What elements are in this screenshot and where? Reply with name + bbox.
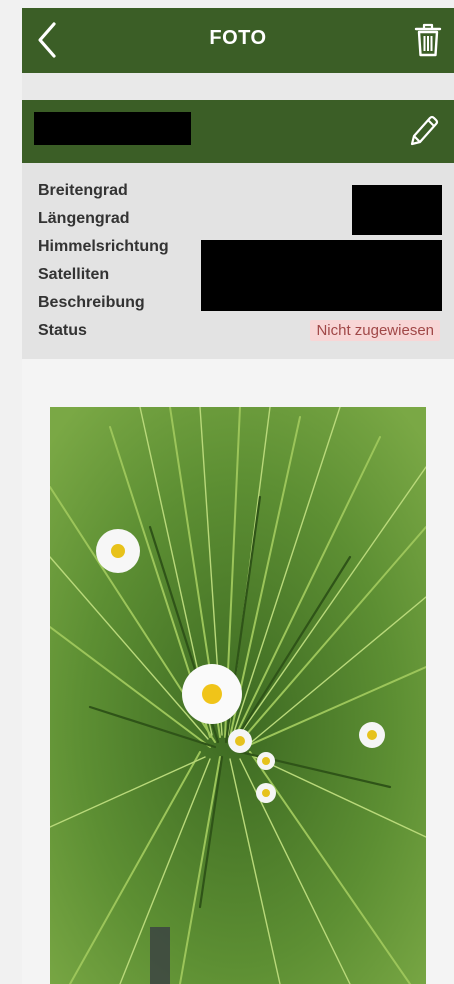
pencil-icon <box>410 115 439 146</box>
detail-label: Breitengrad <box>38 182 128 199</box>
photo-detail-screen: FOTO Breitengrad Längengrad Himmelsricht… <box>0 0 454 984</box>
detail-label: Satelliten <box>38 266 110 283</box>
redacted-coordinates <box>352 185 442 235</box>
redacted-record-name <box>34 112 191 145</box>
detail-label: Status <box>38 322 87 339</box>
page-title: FOTO <box>209 27 267 49</box>
daisy-flower <box>228 729 252 753</box>
daisy-flower <box>359 722 385 748</box>
app-bar: FOTO <box>22 8 454 73</box>
detail-label: Längengrad <box>38 210 130 227</box>
record-header <box>22 100 454 163</box>
daisy-flower <box>182 664 242 724</box>
detail-label: Beschreibung <box>38 294 145 311</box>
photo-details-panel: Breitengrad Längengrad Himmelsrichtung S… <box>22 163 454 359</box>
status-badge: Nicht zugewiesen <box>310 320 440 341</box>
trash-icon <box>414 23 442 57</box>
meadow-image <box>50 407 426 984</box>
detail-label: Himmelsrichtung <box>38 238 169 255</box>
redacted-values <box>201 240 442 311</box>
detail-row-status: Status Nicht zugewiesen <box>38 320 440 344</box>
daisy-flower <box>256 783 276 803</box>
daisy-flower <box>257 752 275 770</box>
spacer <box>22 73 454 100</box>
meadow-photo[interactable] <box>50 407 426 984</box>
photo-container <box>22 359 454 984</box>
delete-button[interactable] <box>410 20 446 60</box>
daisy-flower <box>96 529 140 573</box>
edit-button[interactable] <box>404 112 440 150</box>
